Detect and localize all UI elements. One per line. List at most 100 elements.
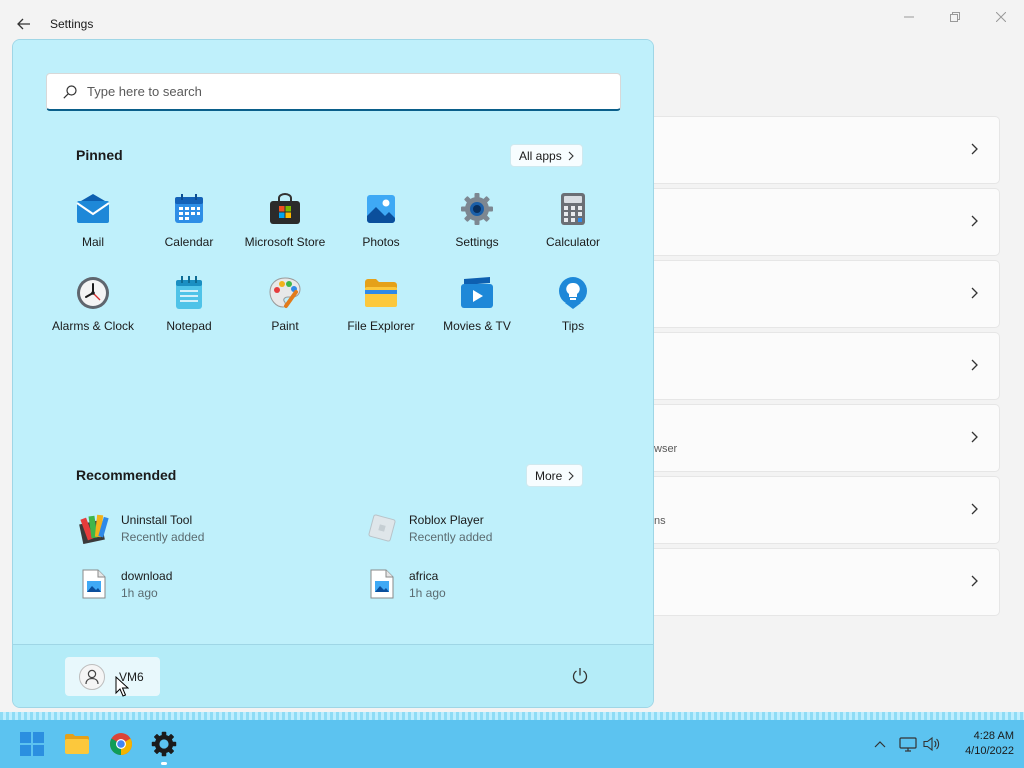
chevron-up-icon	[874, 741, 886, 748]
roblox-icon	[365, 511, 399, 545]
user-account-button[interactable]: VM6	[65, 657, 160, 696]
store-icon	[268, 192, 302, 226]
back-button[interactable]	[12, 12, 36, 36]
start-button[interactable]	[12, 728, 52, 760]
settings-row[interactable]	[654, 188, 1000, 256]
chevron-right-icon	[971, 215, 978, 227]
recommended-subtitle: 1h ago	[121, 585, 158, 600]
recommended-name: Roblox Player	[409, 512, 484, 527]
recommended-item-roblox-player[interactable]: Roblox Player Recently added	[365, 506, 625, 550]
show-hidden-icons-button[interactable]	[870, 734, 890, 754]
pinned-app-photos[interactable]: Photos	[333, 186, 429, 270]
clock-icon	[76, 276, 110, 310]
recommended-text: Uninstall Tool Recently added	[121, 513, 204, 544]
power-button[interactable]	[569, 665, 591, 687]
more-label: More	[535, 468, 563, 483]
settings-row[interactable]	[654, 548, 1000, 616]
search-input[interactable]	[87, 84, 567, 99]
settings-row[interactable]: wser	[654, 404, 1000, 472]
more-button[interactable]: More	[526, 464, 584, 487]
title-bar: Settings	[0, 0, 1024, 40]
pinned-app-calendar[interactable]: Calendar	[141, 186, 237, 270]
active-app-indicator	[161, 762, 167, 765]
minimize-icon	[904, 16, 914, 18]
recommended-item-africa[interactable]: africa 1h ago	[365, 562, 625, 606]
calculator-icon	[556, 192, 590, 226]
mail-icon	[76, 192, 110, 226]
app-label: Movies & TV	[443, 319, 511, 333]
lightbulb-icon	[556, 276, 590, 310]
minimize-button[interactable]	[894, 6, 924, 28]
close-button[interactable]	[986, 6, 1016, 28]
calendar-icon	[172, 192, 206, 226]
volume-button[interactable]	[922, 734, 942, 754]
taskbar-settings[interactable]	[144, 728, 184, 760]
volume-icon	[923, 736, 940, 752]
recommended-item-uninstall-tool[interactable]: Uninstall Tool Recently added	[77, 506, 337, 550]
chrome-icon	[110, 733, 132, 755]
network-button[interactable]	[898, 734, 918, 754]
clock-date: 4/10/2022	[965, 745, 1014, 757]
recommended-name: download	[121, 568, 173, 583]
app-label: Settings	[455, 235, 499, 249]
gear-icon	[460, 192, 494, 226]
chevron-right-icon	[568, 151, 574, 160]
power-icon	[572, 668, 588, 684]
app-label: File Explorer	[347, 319, 415, 333]
pinned-app-tips[interactable]: Tips	[525, 270, 621, 354]
pinned-app-notepad[interactable]: Notepad	[141, 270, 237, 354]
network-icon	[899, 737, 917, 752]
recommended-name: Uninstall Tool	[121, 512, 193, 527]
settings-row[interactable]: ns	[654, 476, 1000, 544]
taskbar-file-explorer[interactable]	[57, 728, 97, 760]
all-apps-button[interactable]: All apps	[510, 144, 583, 167]
pinned-app-microsoft-store[interactable]: Microsoft Store	[237, 186, 333, 270]
avatar	[79, 663, 105, 690]
taskbar: 4:28 AM 4/10/2022	[0, 720, 1024, 768]
recommended-title: Recommended	[76, 467, 177, 483]
app-label: Alarms & Clock	[51, 319, 134, 333]
pinned-app-paint[interactable]: Paint	[237, 270, 333, 354]
recommended-subtitle: Recently added	[121, 529, 205, 544]
app-label: Calendar	[164, 235, 214, 249]
taskbar-clock[interactable]: 4:28 AM 4/10/2022	[948, 729, 1014, 759]
pinned-app-settings[interactable]: Settings	[429, 186, 525, 270]
pinned-app-calculator[interactable]: Calculator	[525, 186, 621, 270]
back-arrow-icon	[17, 18, 30, 30]
start-menu-main: Pinned All apps Mail Calendar	[13, 40, 653, 644]
pinned-app-mail[interactable]: Mail	[45, 186, 141, 270]
app-label: Calculator	[545, 235, 601, 249]
chevron-right-icon	[971, 143, 978, 155]
recommended-item-download[interactable]: download 1h ago	[77, 562, 337, 606]
uninstall-tool-icon	[77, 511, 111, 545]
chevron-right-icon	[971, 431, 978, 443]
chevron-right-icon	[971, 503, 978, 515]
chevron-right-icon	[971, 359, 978, 371]
settings-row[interactable]	[654, 116, 1000, 184]
pinned-app-alarms-clock[interactable]: Alarms & Clock	[45, 270, 141, 354]
start-menu-footer: VM6	[13, 644, 653, 707]
notepad-icon	[172, 276, 206, 310]
chevron-right-icon	[971, 575, 978, 587]
row-subtitle: wser	[654, 443, 678, 455]
app-label: Tips	[561, 319, 585, 333]
taskbar-chrome[interactable]	[101, 728, 141, 760]
settings-list: wser ns	[654, 116, 1000, 620]
restore-button[interactable]	[940, 6, 970, 28]
recommended-text: africa 1h ago	[409, 569, 446, 600]
search-box[interactable]	[46, 73, 621, 111]
recommended-subtitle: Recently added	[409, 529, 493, 544]
settings-row[interactable]	[654, 260, 1000, 328]
file-explorer-icon	[65, 734, 89, 754]
close-icon	[996, 12, 1006, 22]
pinned-app-file-explorer[interactable]: File Explorer	[333, 270, 429, 354]
pinned-app-movies-tv[interactable]: Movies & TV	[429, 270, 525, 354]
recommended-subtitle: 1h ago	[409, 585, 446, 600]
app-label: Photos	[362, 235, 400, 249]
clock-time: 4:28 AM	[973, 730, 1014, 742]
settings-row[interactable]	[654, 332, 1000, 400]
all-apps-label: All apps	[519, 148, 562, 163]
pinned-apps-grid: Mail Calendar Microsoft Store Photos Set…	[45, 186, 621, 354]
image-file-icon	[365, 567, 399, 601]
restore-icon	[950, 12, 960, 22]
